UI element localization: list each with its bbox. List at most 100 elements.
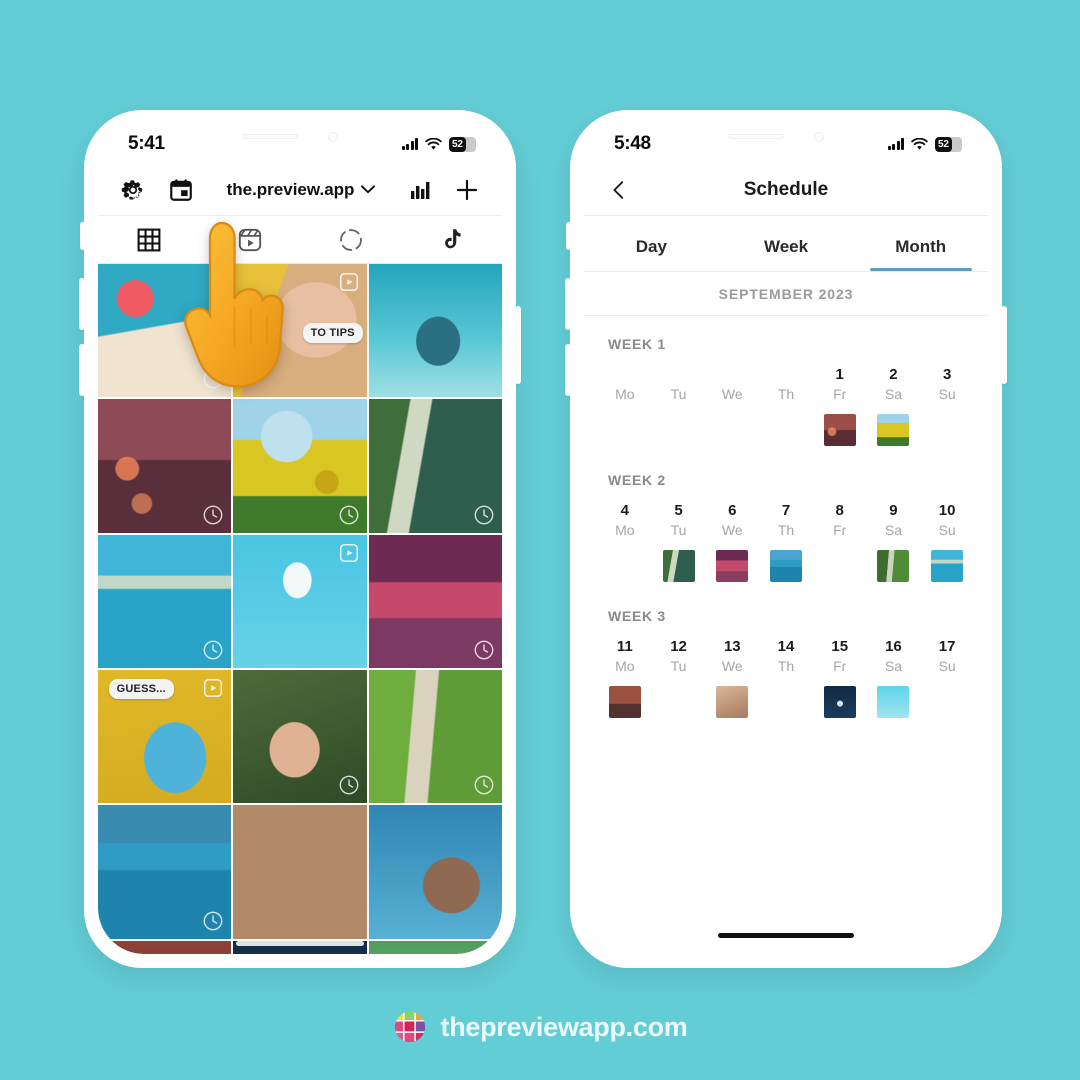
day-dow: Mo xyxy=(615,658,635,674)
home-indicator[interactable] xyxy=(718,933,854,938)
grid-cell[interactable] xyxy=(368,534,502,668)
scheduled-post-thumbnail[interactable] xyxy=(877,686,910,718)
phone-volume-down-button[interactable] xyxy=(79,344,85,396)
day-cell[interactable]: 6 We xyxy=(705,502,759,538)
day-number: 2 xyxy=(889,366,898,383)
day-cell[interactable]: 15 Fr xyxy=(813,638,867,674)
day-cell[interactable]: 10 Su xyxy=(920,502,974,538)
grid-icon xyxy=(137,228,160,251)
day-cell[interactable]: 17 Su xyxy=(920,638,974,674)
week-thumbnails xyxy=(598,550,974,588)
scheduled-post-thumbnail[interactable] xyxy=(608,686,641,718)
username-label: the.preview.app xyxy=(226,179,355,199)
day-number: . xyxy=(759,366,813,384)
day-cell[interactable]: 11 Mo xyxy=(598,638,652,674)
week-section: WEEK 2 4 Mo 5 Tu 6 We 7 Th 8 Fr 9 Sa 10 Su xyxy=(584,452,988,588)
battery-level: 52 xyxy=(452,138,463,150)
thumb-slot xyxy=(705,550,759,588)
bar-chart-icon[interactable] xyxy=(408,178,432,202)
calendar-icon[interactable] xyxy=(168,177,194,203)
instagram-post-grid: TO TIPS GUESS... xyxy=(98,221,502,954)
grid-cell[interactable] xyxy=(98,940,232,954)
scheduled-post-thumbnail[interactable] xyxy=(931,550,964,582)
thumb-slot xyxy=(867,550,921,588)
day-cell[interactable]: 12 Tu xyxy=(652,638,706,674)
grid-cell[interactable] xyxy=(368,669,502,804)
tab-reels[interactable] xyxy=(199,227,300,253)
phone-power-button[interactable] xyxy=(1001,306,1007,384)
day-number: 7 xyxy=(781,502,791,519)
reel-icon xyxy=(339,273,358,291)
grid-cell[interactable] xyxy=(98,534,232,668)
scheduled-post-thumbnail[interactable] xyxy=(823,414,856,446)
day-cell[interactable]: 1 Fr xyxy=(813,366,867,402)
grid-cell[interactable] xyxy=(233,669,367,804)
day-cell[interactable]: 3 Su xyxy=(920,366,974,402)
day-dow: Mo xyxy=(615,522,635,538)
phone-mute-button[interactable] xyxy=(80,222,85,250)
day-cell[interactable]: 2 Sa xyxy=(867,366,921,402)
day-cell[interactable]: 7 Th xyxy=(759,502,813,538)
grid-cell[interactable] xyxy=(98,264,232,398)
day-cell[interactable]: 8 Fr xyxy=(813,502,867,538)
phone-power-button[interactable] xyxy=(515,306,521,384)
left-phone-frame: 5:41 52 the.preview.app TO TIPS GUESS... xyxy=(79,110,521,968)
schedule-header: Schedule xyxy=(584,164,988,216)
gear-icon[interactable] xyxy=(120,177,146,203)
scheduled-post-thumbnail[interactable] xyxy=(716,686,749,718)
day-cell[interactable]: 4 Mo xyxy=(598,502,652,538)
day-cell[interactable]: 9 Sa xyxy=(867,502,921,538)
scheduled-post-thumbnail[interactable] xyxy=(877,550,910,582)
day-dow: We xyxy=(721,386,743,402)
scheduled-post-thumbnail[interactable] xyxy=(877,414,910,446)
post-caption-pill: GUESS... xyxy=(108,679,174,700)
grid-cell[interactable] xyxy=(98,399,232,533)
scheduled-post-thumbnail[interactable] xyxy=(769,550,802,582)
grid-cell[interactable] xyxy=(233,534,367,668)
phone-volume-down-button[interactable] xyxy=(565,344,571,396)
tab-month[interactable]: Month xyxy=(853,216,988,271)
tab-stories[interactable] xyxy=(300,227,401,253)
thumb-slot xyxy=(920,686,974,724)
phone-volume-up-button[interactable] xyxy=(79,278,85,330)
instagram-header: the.preview.app xyxy=(98,164,502,216)
day-cell[interactable]: 13 We xyxy=(705,638,759,674)
grid-cell[interactable] xyxy=(368,399,502,533)
grid-cell[interactable] xyxy=(98,805,232,939)
day-cell[interactable]: 5 Tu xyxy=(652,502,706,538)
phone-volume-up-button[interactable] xyxy=(565,278,571,330)
grid-cell[interactable] xyxy=(368,940,502,954)
reel-icon xyxy=(204,679,223,697)
scheduled-post-thumbnail[interactable] xyxy=(662,550,695,582)
tab-week[interactable]: Week xyxy=(719,216,854,271)
scheduled-post-thumbnail[interactable] xyxy=(823,686,856,718)
thumb-slot xyxy=(867,414,921,452)
grid-cell[interactable] xyxy=(368,264,502,398)
phone-mute-button[interactable] xyxy=(566,222,571,250)
scheduled-post-thumbnail[interactable] xyxy=(716,550,749,582)
username-dropdown[interactable]: the.preview.app xyxy=(194,180,408,200)
day-cell[interactable]: . We xyxy=(705,366,759,402)
day-cell[interactable]: 14 Th xyxy=(759,638,813,674)
cell-signal-icon xyxy=(887,138,904,150)
thumb-slot xyxy=(652,686,706,724)
thumb-slot xyxy=(598,686,652,724)
day-cell[interactable]: . Th xyxy=(759,366,813,402)
day-cell[interactable]: . Tu xyxy=(652,366,706,402)
grid-cell[interactable] xyxy=(368,805,502,939)
grid-cell[interactable]: GUESS... xyxy=(98,669,232,804)
plus-icon[interactable] xyxy=(454,177,480,203)
grid-cell[interactable] xyxy=(233,805,367,939)
grid-cell[interactable]: TO TIPS xyxy=(233,264,367,398)
day-cell[interactable]: 16 Sa xyxy=(867,638,921,674)
grid-cell[interactable] xyxy=(233,399,367,533)
preview-grid-logo-icon xyxy=(394,1011,425,1043)
right-phone-frame: 5:48 52 Schedule Day Week Month SEPTEMBE… xyxy=(565,110,1007,968)
post-caption-pill: TO TIPS xyxy=(302,322,363,343)
day-number: . xyxy=(705,366,759,384)
tab-tiktok[interactable] xyxy=(401,227,502,253)
day-cell[interactable]: . Mo xyxy=(598,366,652,402)
tab-day[interactable]: Day xyxy=(584,216,719,271)
tab-grid[interactable] xyxy=(98,227,199,253)
scrollbar[interactable] xyxy=(236,941,364,946)
